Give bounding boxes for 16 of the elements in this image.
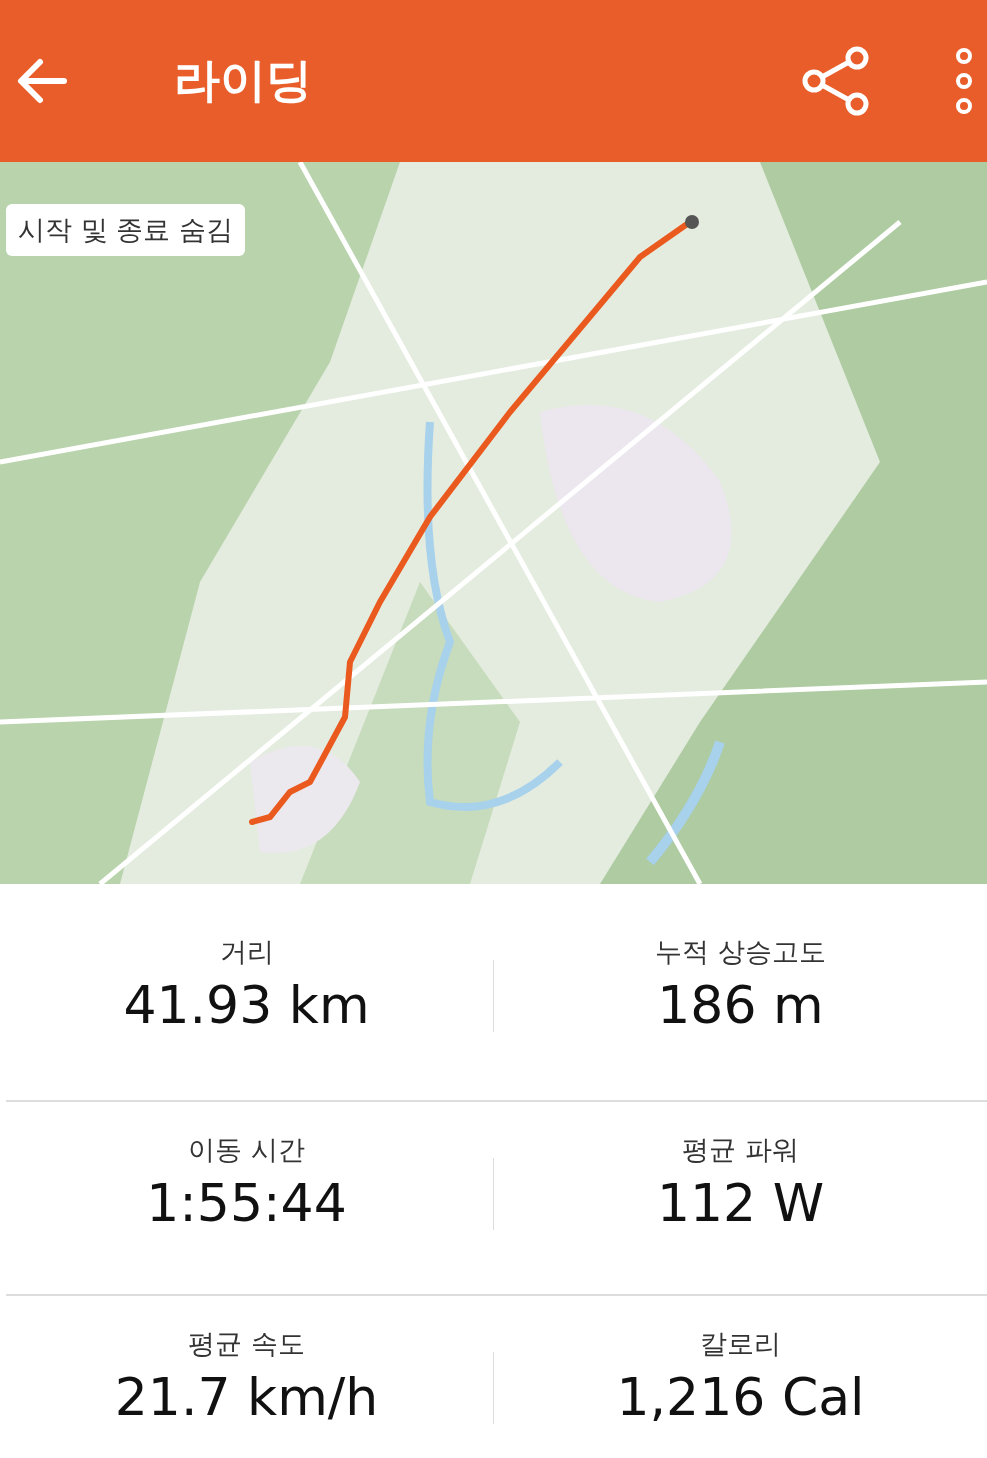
share-icon[interactable] bbox=[801, 46, 871, 116]
stat-value: 112 W bbox=[656, 1172, 825, 1235]
stat-label: 누적 상승고도 bbox=[655, 935, 826, 969]
hide-start-end-button[interactable]: 시작 및 종료 숨김 bbox=[6, 204, 245, 256]
stat-value: 41.93 km bbox=[123, 974, 370, 1037]
stat-label: 평균 파워 bbox=[682, 1133, 799, 1167]
stat-label: 평균 속도 bbox=[188, 1327, 305, 1361]
stat-value: 1:55:44 bbox=[146, 1172, 347, 1235]
stat-label: 이동 시간 bbox=[188, 1133, 305, 1167]
stat-value: 21.7 km/h bbox=[114, 1366, 379, 1429]
page-title: 라이딩 bbox=[174, 52, 313, 109]
stat-label: 칼로리 bbox=[700, 1327, 781, 1361]
stat-value: 186 m bbox=[657, 974, 824, 1037]
more-options-icon[interactable] bbox=[955, 46, 973, 116]
stat-label: 거리 bbox=[219, 935, 274, 969]
stat-value: 1,216 Cal bbox=[616, 1366, 865, 1429]
